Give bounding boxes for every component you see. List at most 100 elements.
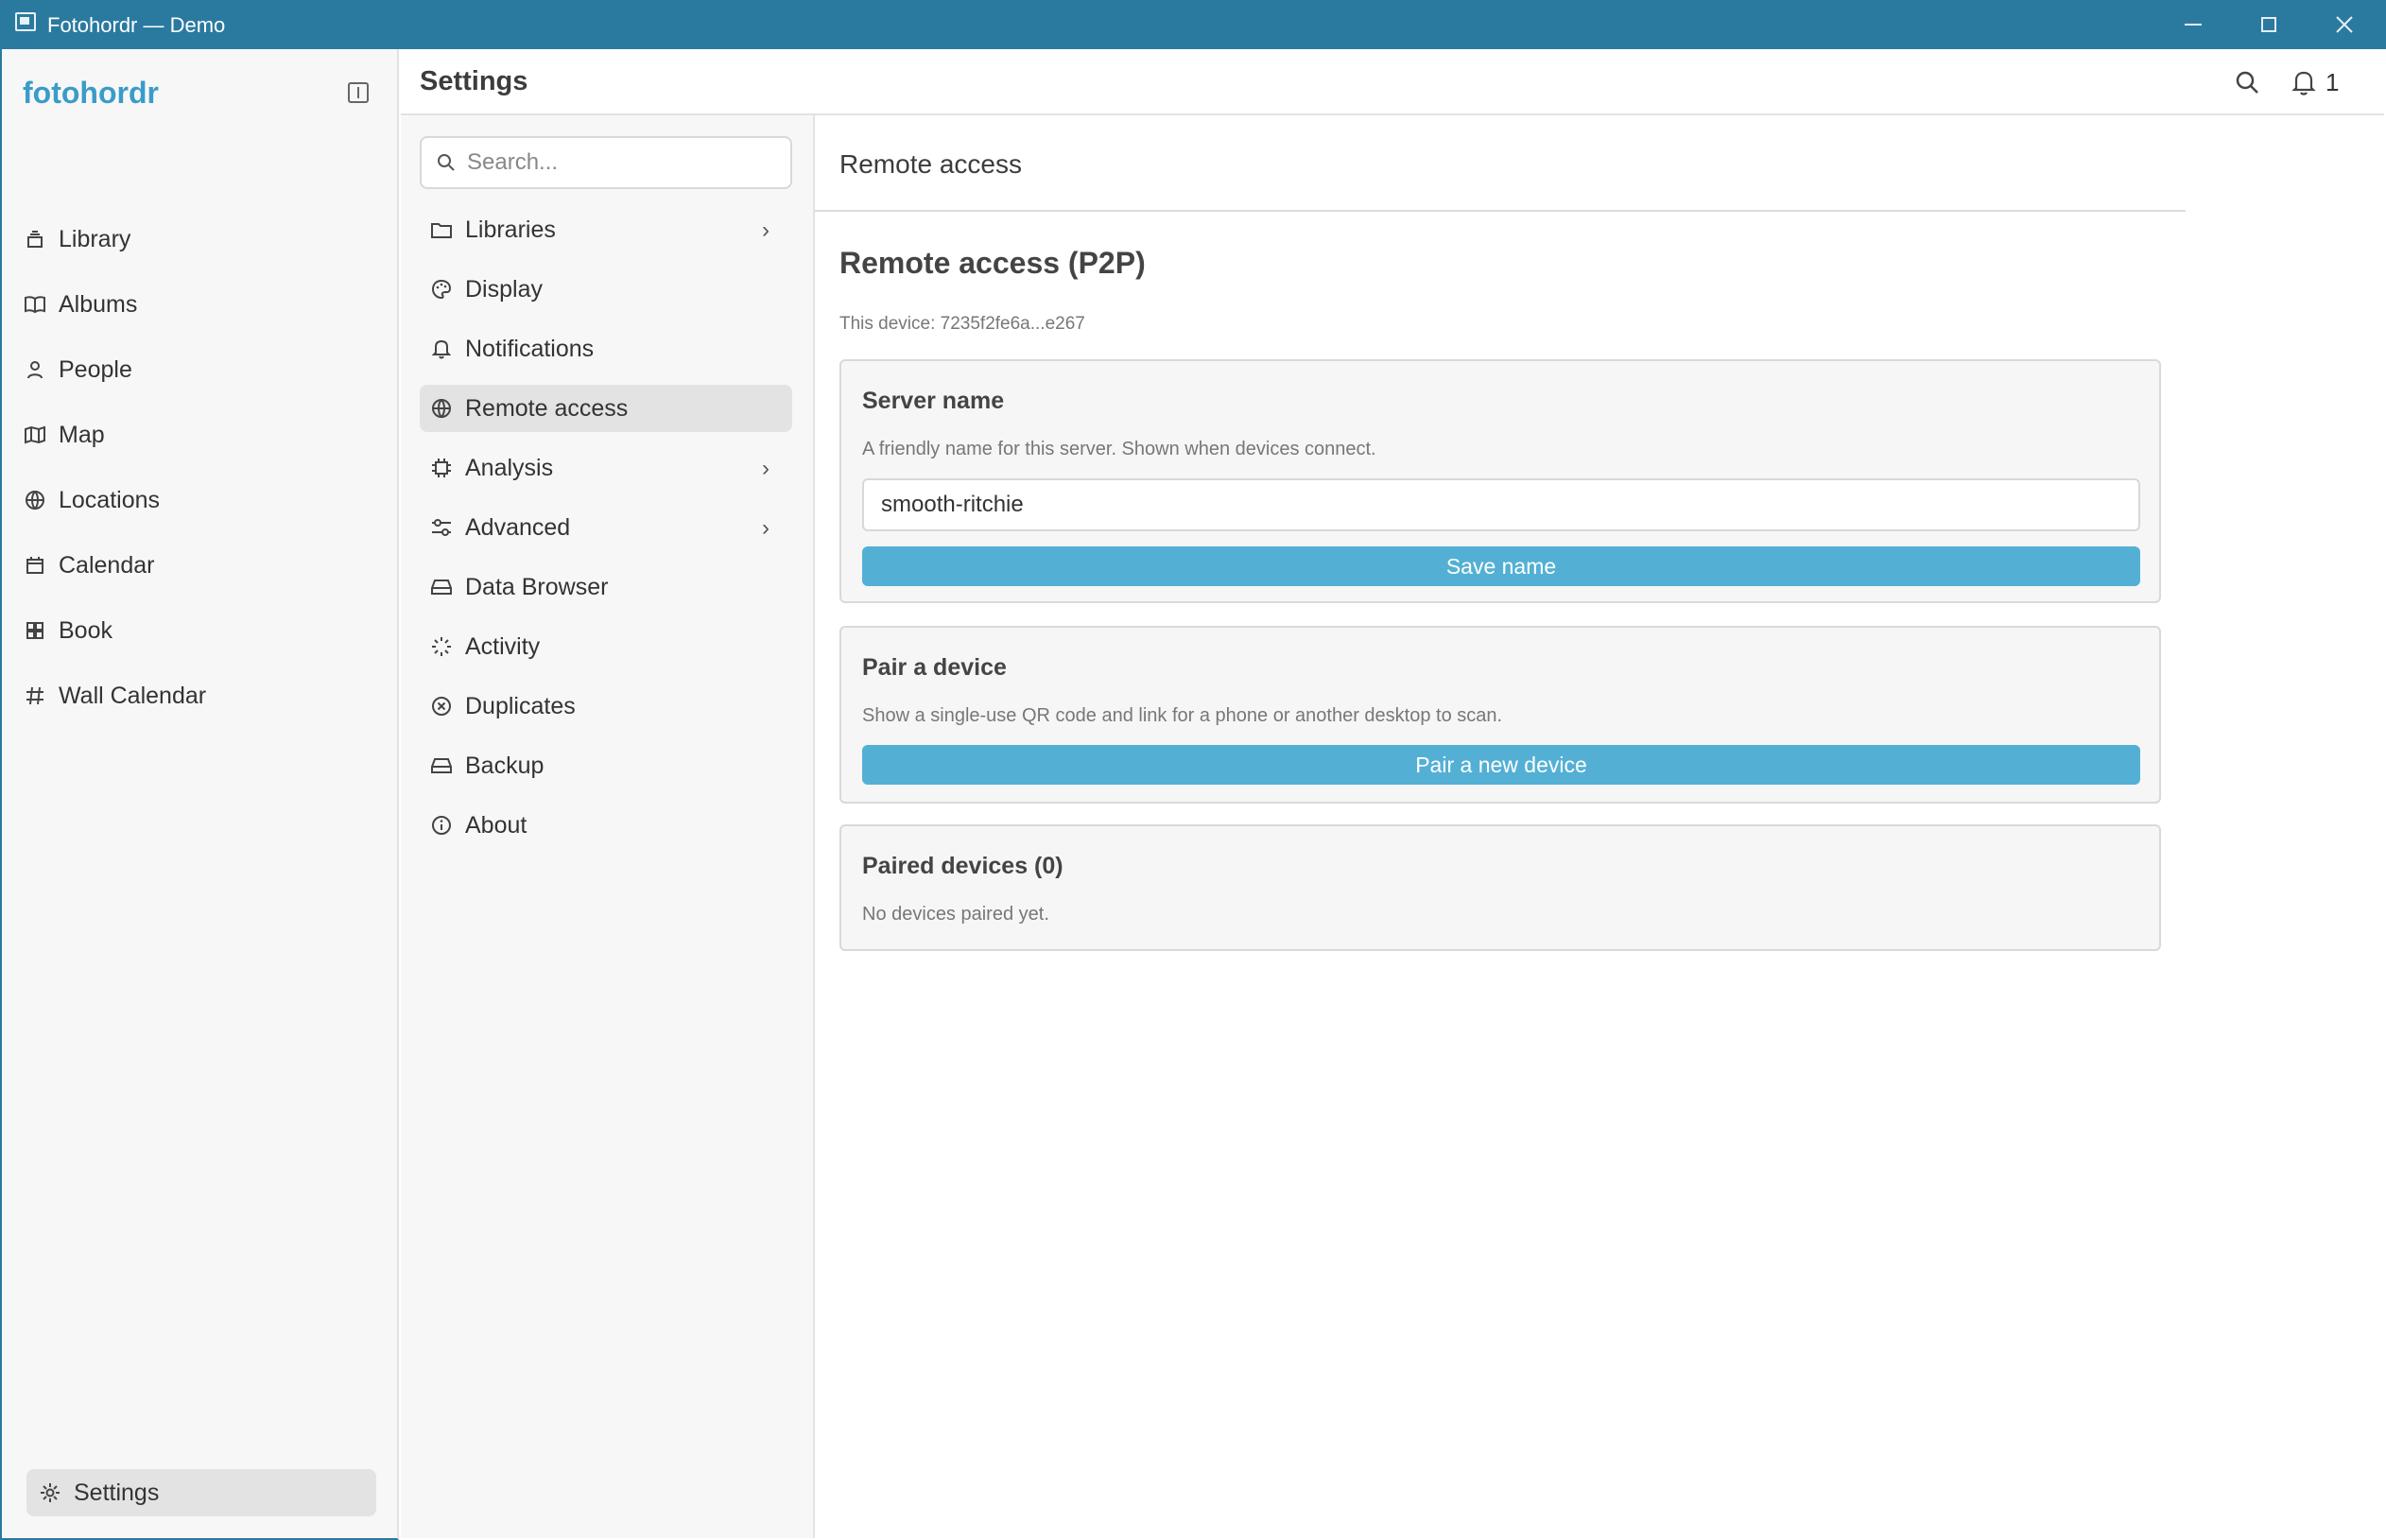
settings-search[interactable] [420,136,792,189]
settings-search-input[interactable] [467,149,769,176]
save-name-button[interactable]: Save name [862,546,2140,586]
sidebar-item-calendar[interactable]: Calendar [25,542,376,589]
globe-icon [431,398,452,419]
settings-item-label: Backup [465,752,545,779]
brand-logo[interactable]: fotohordr [23,76,159,111]
settings-item-remote-access[interactable]: Remote access [420,385,792,432]
settings-item-label: Remote access [465,394,629,422]
sidebar-item-label: Settings [74,1479,160,1506]
sidebar-item-locations[interactable]: Locations [25,476,376,524]
settings-item-label: About [465,811,527,839]
settings-nav: Libraries › Display Notifications Remote… [401,115,815,1538]
settings-item-activity[interactable]: Activity [420,623,792,670]
close-icon [2336,16,2353,33]
notification-count: 1 [2325,67,2340,96]
sidebar-item-label: Locations [59,486,161,513]
settings-item-label: Display [465,275,543,303]
person-icon [25,359,45,380]
sidebar-item-map[interactable]: Map [25,411,376,459]
pair-device-card: Pair a device Show a single-use QR code … [839,626,2161,804]
gear-icon [40,1482,61,1503]
app-icon [15,12,36,31]
settings-item-label: Analysis [465,454,554,481]
divider [815,210,2186,212]
search-icon [438,154,455,171]
sidebar-item-settings[interactable]: Settings [26,1469,376,1516]
settings-item-display[interactable]: Display [420,266,792,313]
settings-item-backup[interactable]: Backup [420,742,792,789]
header: Settings 1 [401,49,2384,115]
bell-icon [2291,71,2316,95]
sliders-icon [431,517,452,538]
pair-new-device-button[interactable]: Pair a new device [862,745,2140,785]
settings-item-data-browser[interactable]: Data Browser [420,563,792,611]
sidebar-item-label: Calendar [59,551,155,579]
page-title: Settings [420,66,528,96]
grid-icon [25,620,45,641]
maximize-icon [2261,17,2276,32]
search-icon[interactable] [2235,70,2261,96]
drive-icon [431,755,452,776]
sidebar-item-albums[interactable]: Albums [25,281,376,328]
settings-item-advanced[interactable]: Advanced › [420,504,792,551]
map-icon [25,424,45,445]
chevron-right-icon: › [762,456,769,481]
close-button[interactable] [2307,0,2382,49]
minimize-button[interactable] [2155,0,2231,49]
palette-icon [431,279,452,300]
section-title: Remote access [839,149,1022,179]
sidebar-item-label: Library [59,225,131,252]
collapse-sidebar-icon[interactable] [348,82,369,103]
device-id: This device: 7235f2fe6a...e267 [839,314,1085,334]
sidebar-item-label: Albums [59,290,138,318]
window-title: Fotohordr — Demo [47,13,226,37]
chevron-right-icon: › [762,217,769,243]
section-heading: Remote access (P2P) [839,246,1146,280]
paired-devices-card: Paired devices (0) No devices paired yet… [839,824,2161,951]
drive-icon [431,577,452,597]
card-title: Pair a device [862,654,1007,681]
loader-icon [431,636,452,657]
sidebar-item-library[interactable]: Library [25,216,376,263]
maximize-button[interactable] [2231,0,2307,49]
card-title: Server name [862,388,1005,414]
globe-icon [25,490,45,510]
settings-item-label: Duplicates [465,692,576,719]
folder-icon [431,219,452,240]
sidebar-item-label: Map [59,421,105,448]
chevron-right-icon: › [762,515,769,541]
sidebar-item-book[interactable]: Book [25,607,376,654]
calendar-icon [25,555,45,576]
card-description: Show a single-use QR code and link for a… [862,705,1503,726]
card-description: A friendly name for this server. Shown w… [862,439,1376,459]
notifications-button[interactable]: 1 [2291,68,2339,96]
chip-icon [431,458,452,478]
settings-item-analysis[interactable]: Analysis › [420,444,792,492]
server-name-card: Server name A friendly name for this ser… [839,359,2161,603]
sidebar-item-label: People [59,355,132,383]
server-name-input[interactable]: smooth-ritchie [862,478,2140,531]
minimize-icon [2185,24,2202,26]
book-open-icon [25,294,45,315]
card-description: No devices paired yet. [862,904,1049,925]
x-circle-icon [431,696,452,717]
settings-item-libraries[interactable]: Libraries › [420,206,792,253]
settings-item-label: Notifications [465,335,595,362]
sidebar-item-label: Book [59,616,112,644]
settings-item-notifications[interactable]: Notifications [420,325,792,372]
settings-content: Remote access Remote access (P2P) This d… [815,115,2384,1538]
sidebar: fotohordr Library Albums People Map Loca… [0,49,399,1540]
settings-item-label: Activity [465,632,541,660]
sidebar-item-label: Wall Calendar [59,682,207,709]
card-title: Paired devices (0) [862,853,1063,879]
hash-icon [25,685,45,706]
title-bar: Fotohordr — Demo [0,0,2386,49]
app-window: Fotohordr — Demo fotohordr Library Album… [0,0,2386,1540]
settings-item-about[interactable]: About [420,802,792,849]
sidebar-item-people[interactable]: People [25,346,376,393]
sidebar-item-wall-calendar[interactable]: Wall Calendar [25,672,376,719]
settings-item-label: Data Browser [465,573,609,600]
settings-item-label: Libraries [465,216,556,243]
settings-item-duplicates[interactable]: Duplicates [420,683,792,730]
info-icon [431,815,452,836]
